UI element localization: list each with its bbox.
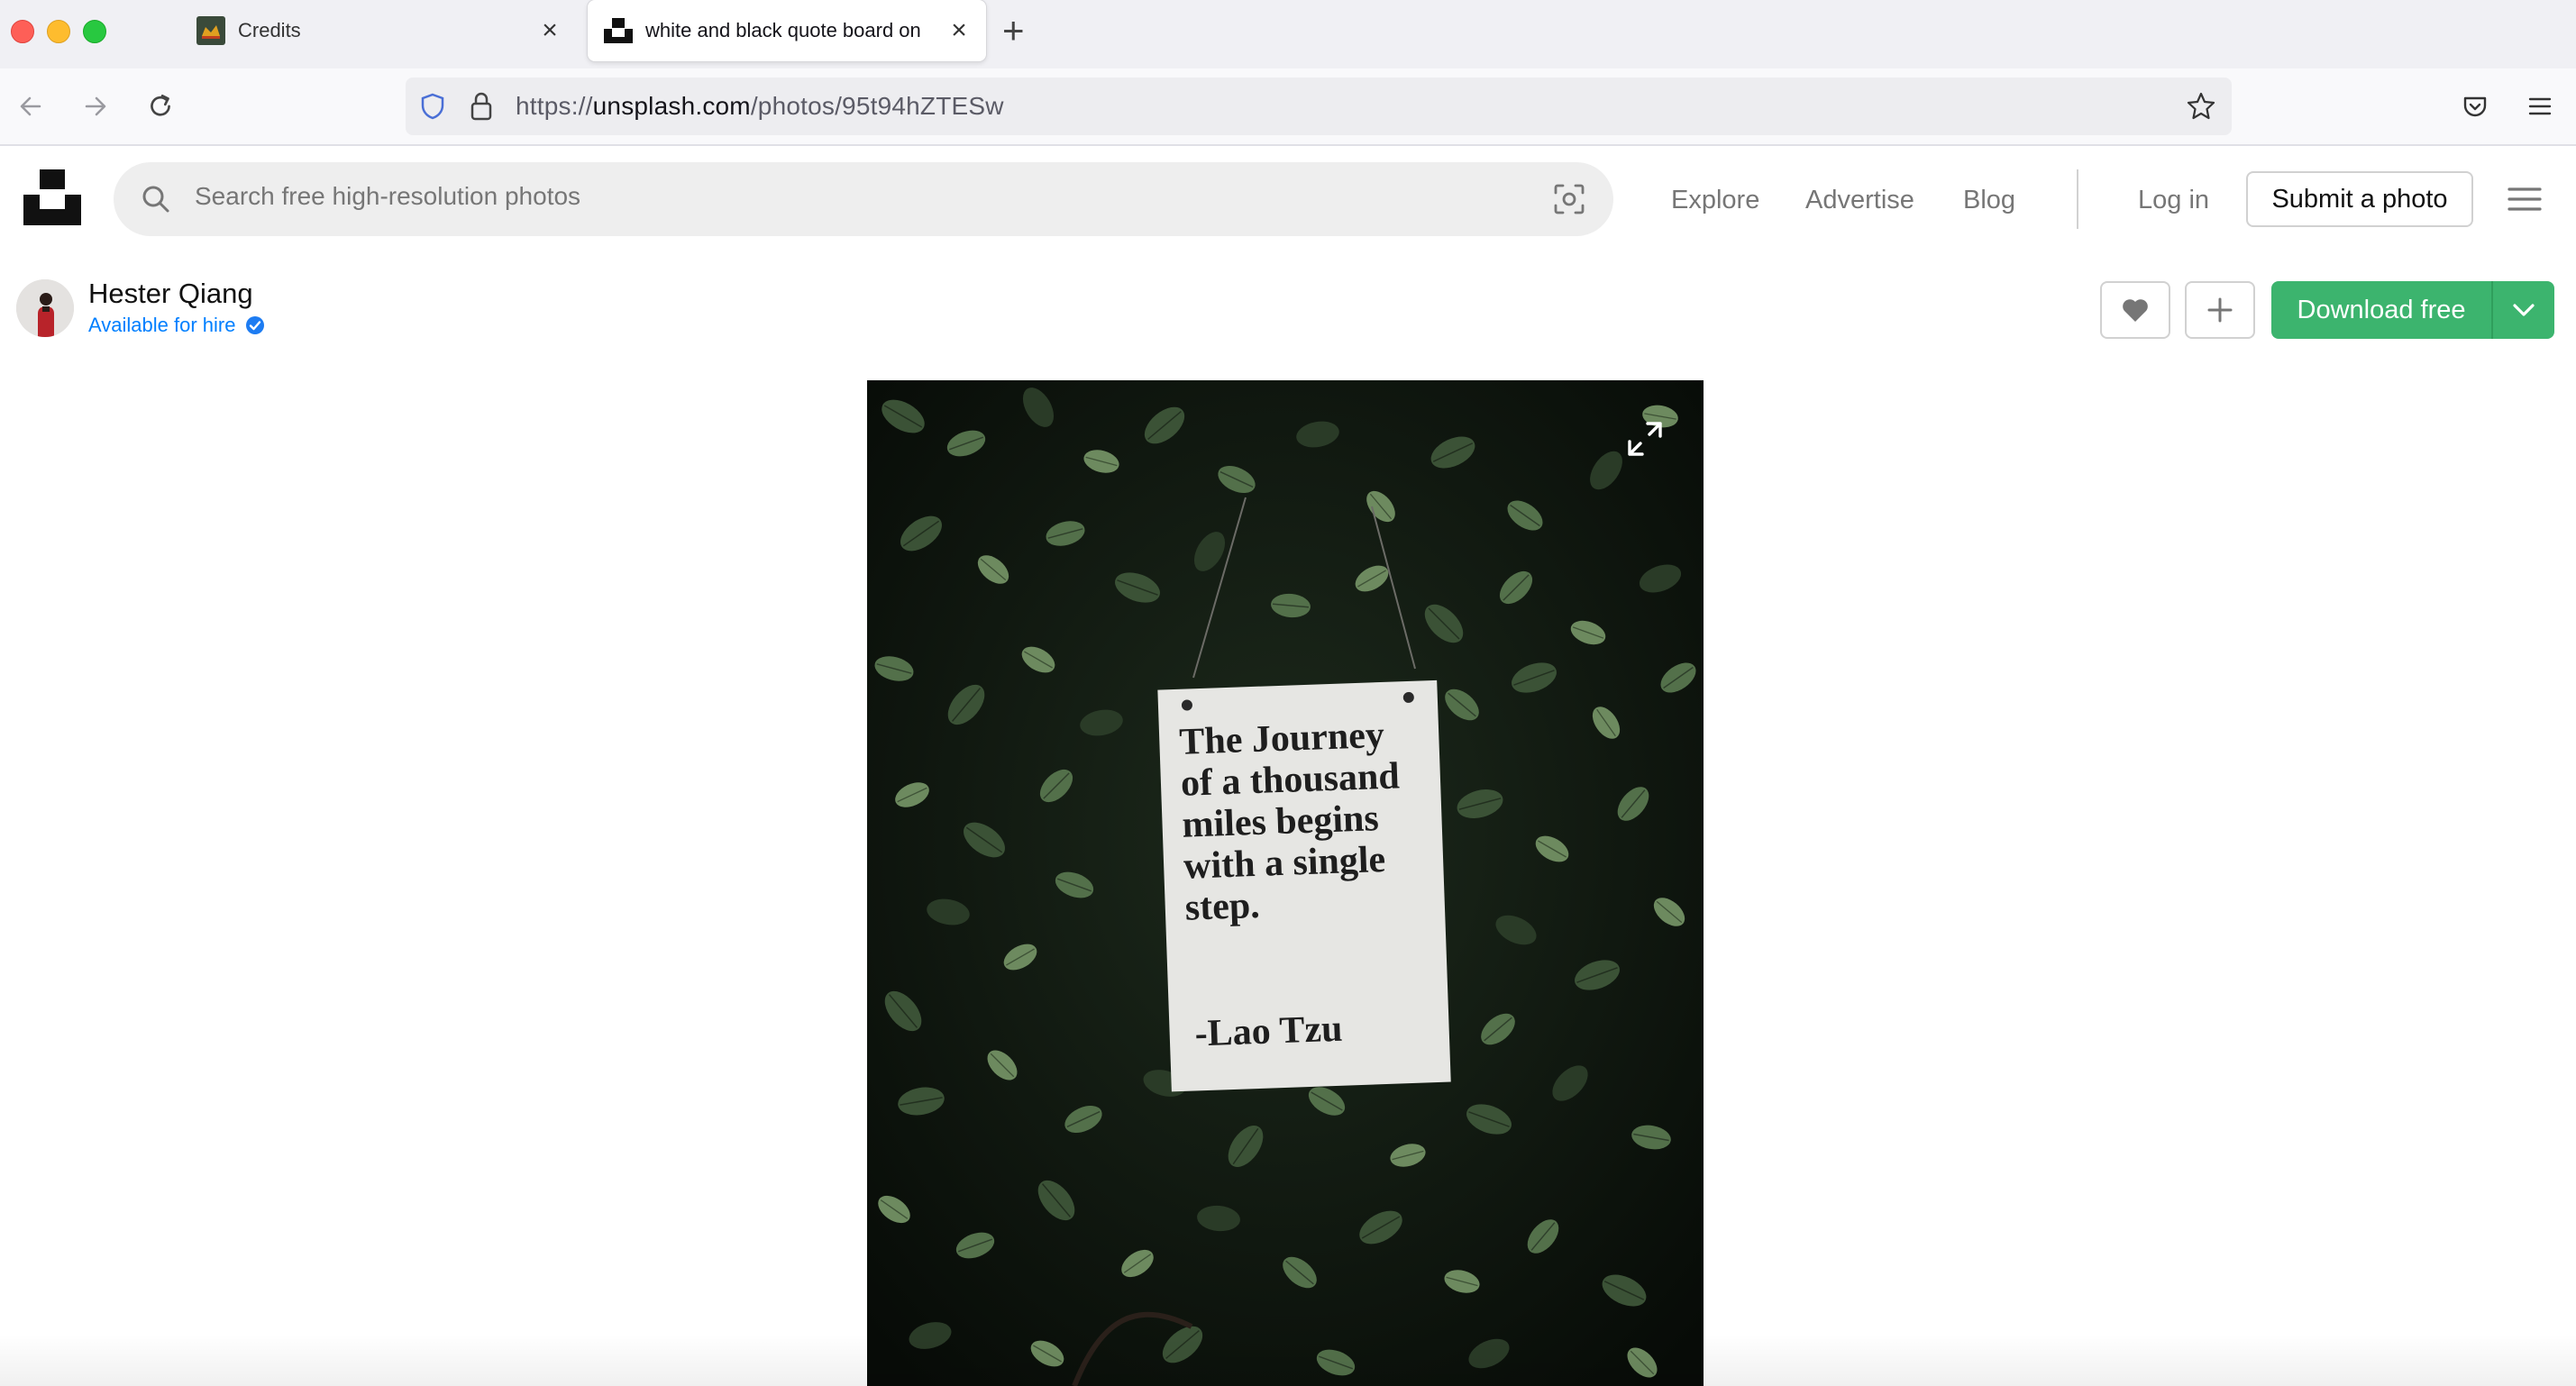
back-button[interactable] [13, 88, 49, 124]
heart-icon [2123, 299, 2148, 322]
submit-photo-button[interactable]: Submit a photo [2246, 171, 2473, 227]
plus-icon [2207, 297, 2233, 323]
verified-check-icon [246, 316, 265, 334]
search-icon[interactable] [141, 184, 171, 214]
arrow-right-icon [85, 96, 106, 116]
chevron-down-icon [2513, 304, 2535, 316]
window-minimize-button[interactable] [47, 20, 70, 43]
new-tab-button[interactable]: + [1002, 11, 1025, 50]
unsplash-logo[interactable] [23, 169, 81, 225]
pocket-icon [2463, 96, 2487, 117]
pocket-button[interactable] [2457, 88, 2493, 124]
url-text[interactable]: https://unsplash.com/photos/95t94hZTESw [516, 92, 1004, 121]
login-link[interactable]: Log in [2138, 186, 2209, 215]
author-name[interactable]: Hester Qiang [88, 278, 253, 310]
unsplash-favicon-icon [604, 18, 633, 43]
reload-button[interactable] [142, 88, 178, 124]
forward-button[interactable] [78, 88, 114, 124]
bookmark-star-icon[interactable] [2185, 90, 2217, 123]
tab-close-icon[interactable]: × [532, 15, 568, 46]
tab-title: white and black quote board on [645, 19, 921, 41]
tab-unsplash-photo[interactable]: white and black quote board on × [588, 0, 986, 61]
credits-favicon-icon [196, 16, 225, 45]
browser-nav-bar: https://unsplash.com/photos/95t94hZTESw [0, 68, 2576, 146]
sign-line: The Journey [1179, 715, 1385, 763]
hire-label: Available for hire [88, 314, 236, 336]
download-button-group: Download free [2271, 281, 2554, 339]
download-free-button[interactable]: Download free [2271, 281, 2491, 339]
hamburger-menu-icon [2528, 97, 2552, 115]
nav-blog[interactable]: Blog [1963, 186, 2015, 215]
address-bar[interactable]: https://unsplash.com/photos/95t94hZTESw [406, 78, 2232, 135]
sign-attribution: -Lao Tzu [1194, 1008, 1343, 1055]
arrow-left-icon [20, 96, 41, 116]
nav-advertise[interactable]: Advertise [1805, 186, 1914, 215]
search-bar[interactable] [114, 162, 1613, 236]
header-divider [2077, 169, 2078, 229]
nav-explore[interactable]: Explore [1671, 186, 1759, 215]
tracking-protection-shield-icon[interactable] [418, 92, 447, 121]
avatar-image [16, 279, 74, 337]
tab-close-icon[interactable]: × [941, 15, 977, 46]
sign-line: step. [1184, 885, 1260, 929]
window-zoom-button[interactable] [83, 20, 106, 43]
url-path: /photos/95t94hZTESw [750, 92, 1004, 120]
available-for-hire-link[interactable]: Available for hire [88, 314, 266, 337]
author-avatar[interactable] [16, 279, 74, 337]
search-input[interactable] [195, 182, 1457, 211]
expand-photo-icon[interactable] [1622, 416, 1667, 461]
browser-tab-bar: Credits × white and black quote board on… [0, 0, 2576, 68]
url-host: unsplash.com [592, 92, 751, 120]
sign-line: with a single [1183, 839, 1386, 888]
tab-credits[interactable]: Credits × [180, 0, 577, 61]
add-to-collection-button[interactable] [2185, 281, 2255, 339]
reload-icon [151, 94, 170, 116]
photo-image: The Journey of a thousand miles begins w… [867, 380, 1704, 1386]
site-menu-hamburger-icon[interactable] [2507, 184, 2542, 214]
window-close-button[interactable] [11, 20, 34, 43]
main-photo[interactable]: The Journey of a thousand miles begins w… [867, 380, 1704, 1386]
lock-icon[interactable] [469, 91, 494, 122]
url-scheme: https:// [516, 92, 593, 120]
visual-search-icon[interactable] [1552, 182, 1586, 216]
tab-title: Credits [238, 19, 301, 41]
like-button[interactable] [2100, 281, 2170, 339]
download-options-button[interactable] [2493, 281, 2554, 339]
sign-line: miles begins [1182, 798, 1380, 846]
app-menu-button[interactable] [2522, 88, 2558, 124]
